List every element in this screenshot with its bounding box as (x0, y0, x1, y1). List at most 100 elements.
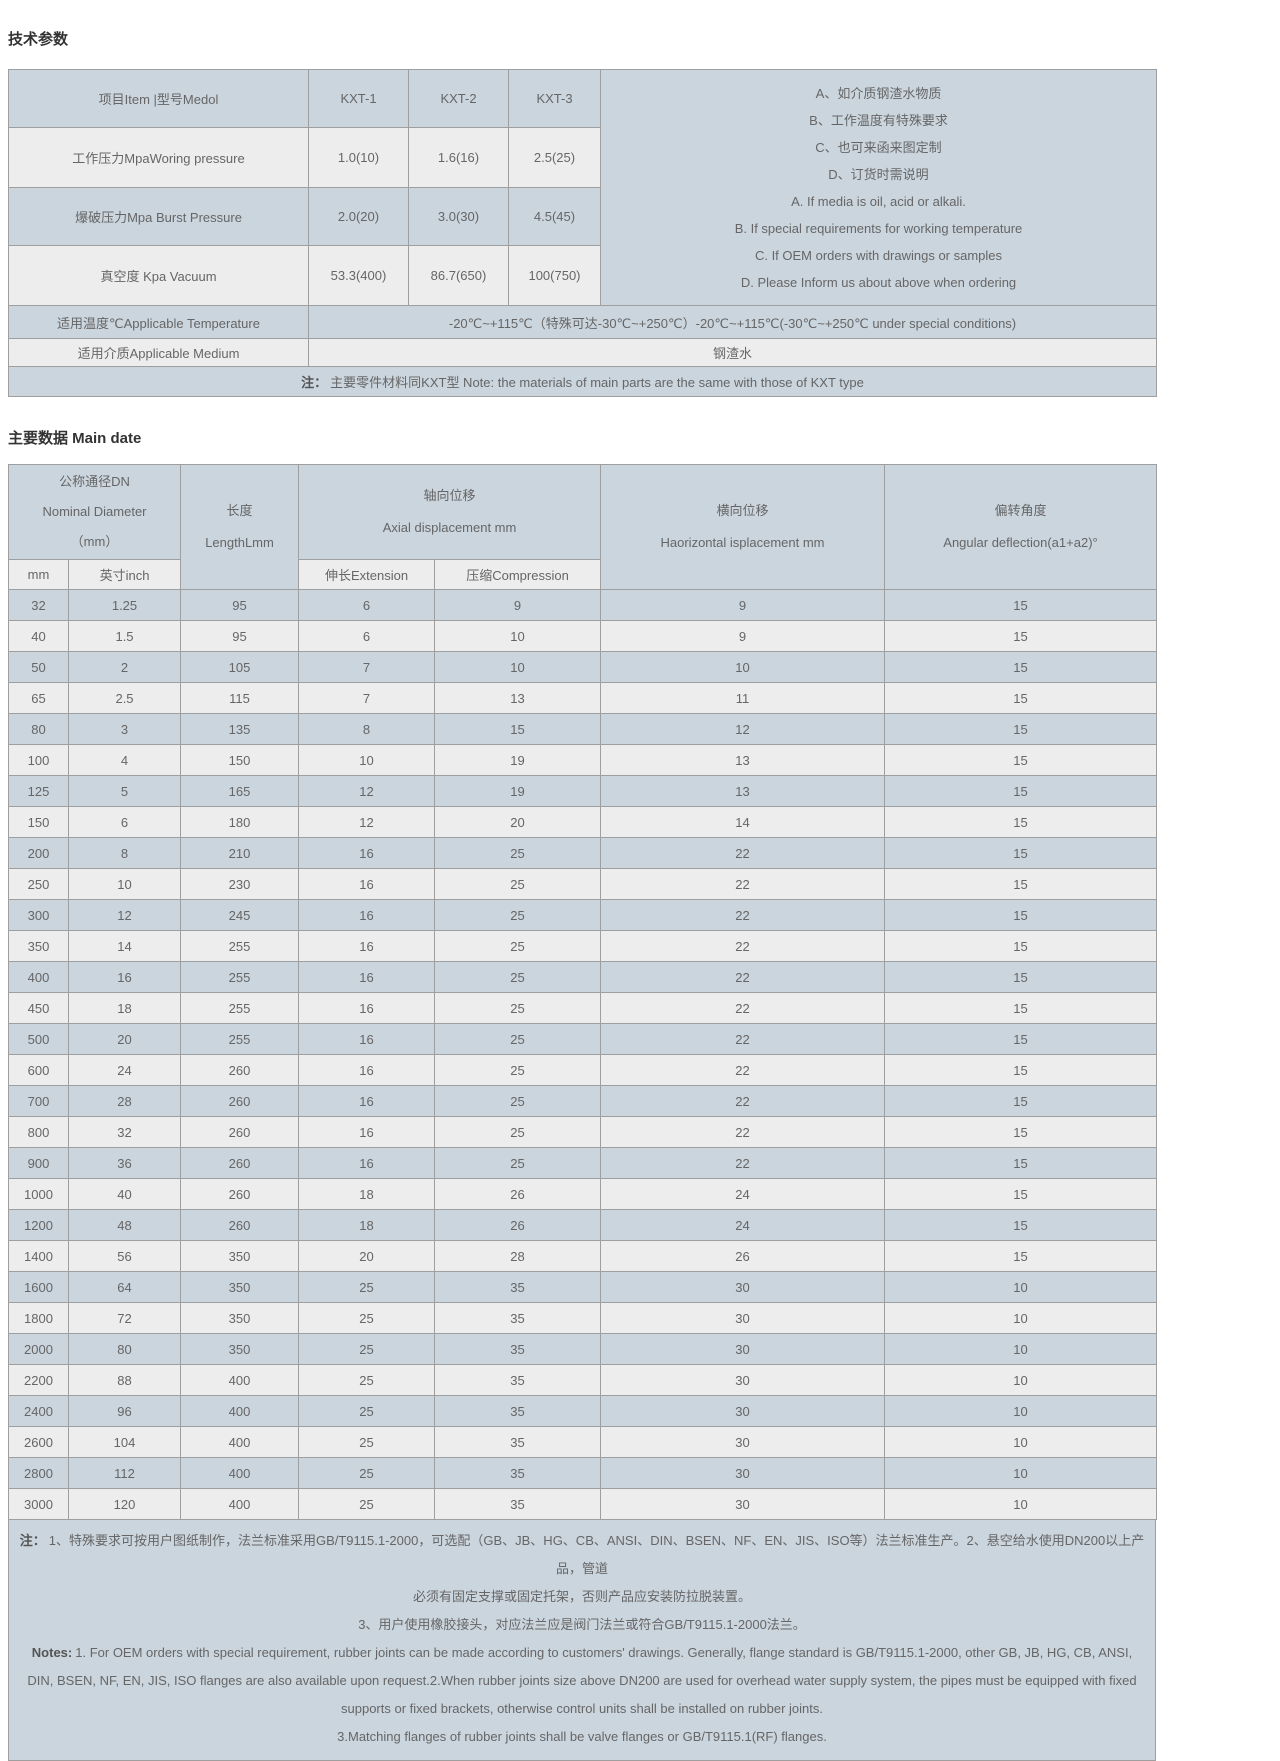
table-cell: 2.5 (69, 683, 181, 714)
table-cell: 16 (299, 993, 435, 1024)
table-cell: 15 (885, 1117, 1157, 1148)
table-cell: 18 (69, 993, 181, 1024)
table-cell: 95 (181, 621, 299, 652)
table-cell: 700 (9, 1086, 69, 1117)
table-cell: 2000 (9, 1334, 69, 1365)
temperature-label: 适用温度℃Applicable Temperature (9, 306, 309, 339)
table-cell: 15 (885, 776, 1157, 807)
table-cell: 22 (601, 993, 885, 1024)
table-cell: 2800 (9, 1458, 69, 1489)
table-cell: 16 (299, 838, 435, 869)
table-cell: 1.5 (69, 621, 181, 652)
table-cell: 25 (299, 1396, 435, 1427)
table-cell: 260 (181, 1086, 299, 1117)
table-cell: 32 (69, 1117, 181, 1148)
table-cell: 35 (435, 1272, 601, 1303)
table-cell: 1800 (9, 1303, 69, 1334)
tech-note-row: 注：主要零件材料同KXT型 Note: the materials of mai… (9, 367, 1157, 397)
main-table-body: 321.259569915401.59561091550210571010156… (9, 590, 1157, 1520)
table-cell: 25 (299, 1458, 435, 1489)
table-cell: 350 (181, 1272, 299, 1303)
header-length: 长度 LengthLmm (181, 465, 299, 590)
table-cell: 2.0(20) (309, 188, 409, 246)
subheader-mm: mm (9, 560, 69, 590)
table-cell: 22 (601, 1117, 885, 1148)
table-cell: 15 (885, 1148, 1157, 1179)
table-cell: 4.5(45) (509, 188, 601, 246)
side-note-line: D、订货时需说明 (605, 161, 1152, 188)
table-cell: 25 (435, 993, 601, 1024)
table-cell: 25 (435, 1086, 601, 1117)
table-cell: 1600 (9, 1272, 69, 1303)
table-cell: 48 (69, 1210, 181, 1241)
table-cell: 20 (435, 807, 601, 838)
table-cell: 15 (885, 962, 1157, 993)
table-cell: 10 (69, 869, 181, 900)
table-cell: 35 (435, 1458, 601, 1489)
table-cell: 16 (299, 1086, 435, 1117)
table-row: 150618012201415 (9, 807, 1157, 838)
table-cell: 19 (435, 776, 601, 807)
table-cell: 12 (299, 807, 435, 838)
table-cell: 64 (69, 1272, 181, 1303)
table-cell: 210 (181, 838, 299, 869)
table-cell: 28 (435, 1241, 601, 1272)
table-cell: 180 (181, 807, 299, 838)
table-cell: 255 (181, 931, 299, 962)
table-cell: 96 (69, 1396, 181, 1427)
medium-label: 适用介质Applicable Medium (9, 339, 309, 367)
footnote-en-prefix: Notes: (32, 1645, 72, 1660)
table-cell: 12 (299, 776, 435, 807)
table-row: 适用温度℃Applicable Temperature -20℃~+115℃（特… (9, 306, 1157, 339)
table-cell: 25 (435, 1148, 601, 1179)
table-cell: 95 (181, 590, 299, 621)
table-cell: 26 (435, 1179, 601, 1210)
table-row: 20008035025353010 (9, 1334, 1157, 1365)
vacuum-label: 真空度 Kpa Vacuum (9, 246, 309, 306)
table-cell: 1.0(10) (309, 128, 409, 188)
table-cell: 19 (435, 745, 601, 776)
table-cell: 14 (69, 931, 181, 962)
table-row: 18007235025353010 (9, 1303, 1157, 1334)
tech-parameters-table: 项目Item |型号Medol KXT-1 KXT-2 KXT-3 A、如介质钢… (8, 69, 1157, 397)
table-cell: 2 (69, 652, 181, 683)
table-row: 100415010191315 (9, 745, 1157, 776)
table-cell: 9 (435, 590, 601, 621)
main-data-table: 公称通径DN Nominal Diameter （mm） 长度 LengthLm… (8, 464, 1157, 1520)
table-cell: 250 (9, 869, 69, 900)
table-cell: 50 (9, 652, 69, 683)
table-header-row: 公称通径DN Nominal Diameter （mm） 长度 LengthLm… (9, 465, 1157, 560)
table-cell: 150 (9, 807, 69, 838)
table-cell: 16 (299, 1148, 435, 1179)
table-cell: 15 (885, 590, 1157, 621)
table-cell: 16 (299, 962, 435, 993)
table-cell: 8 (69, 838, 181, 869)
table-cell: 20 (299, 1241, 435, 1272)
table-row: 14005635020282615 (9, 1241, 1157, 1272)
burst-pressure-label: 爆破压力Mpa Burst Pressure (9, 188, 309, 246)
table-cell: 32 (9, 590, 69, 621)
note-text: 主要零件材料同KXT型 Note: the materials of main … (330, 375, 864, 390)
table-cell: 260 (181, 1055, 299, 1086)
table-cell: 16 (299, 1024, 435, 1055)
header-line: 轴向位移 (303, 480, 596, 512)
table-cell: 255 (181, 1024, 299, 1055)
table-cell: 30 (601, 1303, 885, 1334)
table-cell: 22 (601, 838, 885, 869)
side-note-line: C、也可来函来图定制 (605, 134, 1152, 161)
table-cell: 53.3(400) (309, 246, 409, 306)
table-cell: 22 (601, 1086, 885, 1117)
table-cell: 8 (299, 714, 435, 745)
subheader-inch: 英寸inch (69, 560, 181, 590)
table-cell: 1200 (9, 1210, 69, 1241)
tech-header-model-kxt2: KXT-2 (409, 70, 509, 128)
table-cell: 260 (181, 1179, 299, 1210)
table-cell: 260 (181, 1117, 299, 1148)
table-cell: 400 (9, 962, 69, 993)
table-cell: 35 (435, 1396, 601, 1427)
table-cell: 16 (299, 1055, 435, 1086)
table-row: 125516512191315 (9, 776, 1157, 807)
tech-header-item: 项目Item |型号Medol (9, 70, 309, 128)
table-cell: 115 (181, 683, 299, 714)
header-line: Haorizontal isplacement mm (605, 527, 880, 559)
